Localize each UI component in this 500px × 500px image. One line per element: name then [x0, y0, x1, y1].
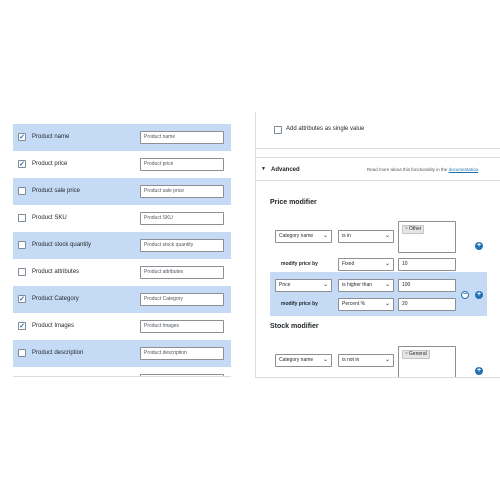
field-row-product-images: ✓ Product Images Product Images	[13, 313, 231, 340]
advanced-section-header[interactable]: ▼ Advanced Read more about this function…	[256, 157, 500, 181]
settings-panel: Add attributes as single value ▼ Advance…	[255, 112, 500, 378]
chevron-down-icon: ⌄	[322, 357, 328, 363]
field-label: Product attributes	[32, 269, 80, 275]
chevron-down-icon: ⌄	[322, 233, 328, 239]
field-row-product-description: Product description Product description	[13, 340, 231, 367]
field-row-product-sku: Product SKU Product SKU	[13, 205, 231, 232]
product-name-input[interactable]: Product name	[140, 131, 224, 144]
product-stock-quantity-input[interactable]: Product stock quantity	[140, 239, 224, 252]
field-label: Product Category	[32, 296, 79, 302]
add-rule-button[interactable]: +	[475, 242, 483, 250]
add-rule-button[interactable]: +	[475, 291, 483, 299]
field-label: Product stock quantity	[32, 242, 92, 248]
stock-rule1-field-select[interactable]: Category name ⌄	[275, 354, 332, 367]
product-images-input[interactable]: Product Images	[140, 320, 224, 333]
advanced-title: Advanced	[271, 167, 300, 173]
divider	[255, 377, 500, 378]
stock-modifier-title: Stock modifier	[270, 323, 319, 330]
advanced-help-text: Read more about this functionality in th…	[367, 167, 480, 172]
field-row-product-sale-price: Product sale price Product sale price	[13, 178, 231, 205]
single-value-row: Add attributes as single value	[256, 112, 500, 149]
add-rule-button[interactable]: +	[475, 367, 483, 375]
product-sku-checkbox[interactable]	[18, 214, 26, 222]
chevron-down-icon: ⌄	[384, 282, 390, 288]
product-category-checkbox[interactable]: ✓	[18, 295, 26, 303]
product-attributes-checkbox[interactable]	[18, 268, 26, 276]
price-rule1-amount-input[interactable]: 10	[398, 258, 456, 271]
tag-remove-icon[interactable]: ×	[405, 226, 408, 232]
product-category-input[interactable]: Product Category	[140, 293, 224, 306]
chevron-down-icon: ⌄	[384, 357, 390, 363]
field-label: Product name	[32, 134, 70, 140]
value-tag: ×General	[402, 350, 430, 359]
price-rule1-mode-select[interactable]: Fixed ⌄	[338, 258, 394, 271]
product-sale-price-input[interactable]: Product sale price	[140, 185, 224, 198]
tag-remove-icon[interactable]: ×	[405, 351, 408, 357]
field-row-product-price: ✓ Product price Product price	[13, 151, 231, 178]
modify-price-label: modify price by	[281, 261, 318, 267]
product-images-checkbox[interactable]: ✓	[18, 322, 26, 330]
price-rule1-field-select[interactable]: Category name ⌄	[275, 230, 332, 243]
divider	[13, 376, 231, 377]
chevron-down-icon: ⌄	[322, 282, 328, 288]
stock-rule1-value-multiselect[interactable]: ×General	[398, 346, 456, 378]
chevron-down-icon: ⌄	[384, 233, 390, 239]
stock-rule1-operator-select[interactable]: is not in ⌄	[338, 354, 394, 367]
price-modifier-title: Price modifier	[270, 199, 317, 206]
field-row-product-name: ✓ Product name Product name	[13, 124, 231, 151]
product-sku-input[interactable]: Product SKU	[140, 212, 224, 225]
chevron-down-icon: ⌄	[384, 261, 390, 267]
product-description-checkbox[interactable]	[18, 349, 26, 357]
collapse-arrow-icon[interactable]: ▼	[261, 166, 266, 173]
product-attributes-input[interactable]: Product attributes	[140, 266, 224, 279]
field-label: Product sale price	[32, 188, 81, 194]
value-tag: ×Other	[402, 225, 425, 234]
price-rule1-value-multiselect[interactable]: ×Other	[398, 221, 456, 253]
remove-rule-button[interactable]: −	[461, 291, 469, 299]
product-description-input[interactable]: Product description	[140, 347, 224, 360]
modify-price-label: modify price by	[281, 301, 318, 307]
price-rule2-mode-select[interactable]: Percent % ⌄	[338, 298, 394, 311]
product-stock-quantity-checkbox[interactable]	[18, 241, 26, 249]
field-label: Product SKU	[32, 215, 67, 221]
field-label: Product price	[32, 161, 68, 167]
product-sale-price-checkbox[interactable]	[18, 187, 26, 195]
price-rule2-field-select[interactable]: Price ⌄	[275, 279, 332, 292]
field-label: Product description	[32, 350, 84, 356]
single-value-label: Add attributes as single value	[286, 126, 365, 132]
single-value-checkbox[interactable]	[274, 126, 282, 134]
chevron-down-icon: ⌄	[384, 301, 390, 307]
price-rule1-operator-select[interactable]: is in ⌄	[338, 230, 394, 243]
price-rule2-value-input[interactable]: 100	[398, 279, 456, 292]
price-rule2-amount-input[interactable]: 20	[398, 298, 456, 311]
price-rule2-operator-select[interactable]: is higher than ⌄	[338, 279, 394, 292]
field-row-product-attributes: Product attributes Product attributes	[13, 259, 231, 286]
documentation-link[interactable]: documentation	[449, 167, 479, 172]
field-label: Product Images	[32, 323, 75, 329]
product-price-input[interactable]: Product price	[140, 158, 224, 171]
field-list: ✓ Product name Product name ✓ Product pr…	[13, 124, 231, 377]
product-price-checkbox[interactable]: ✓	[18, 160, 26, 168]
field-row-product-stock-quantity: Product stock quantity Product stock qua…	[13, 232, 231, 259]
product-name-checkbox[interactable]: ✓	[18, 133, 26, 141]
field-row-product-category: ✓ Product Category Product Category	[13, 286, 231, 313]
